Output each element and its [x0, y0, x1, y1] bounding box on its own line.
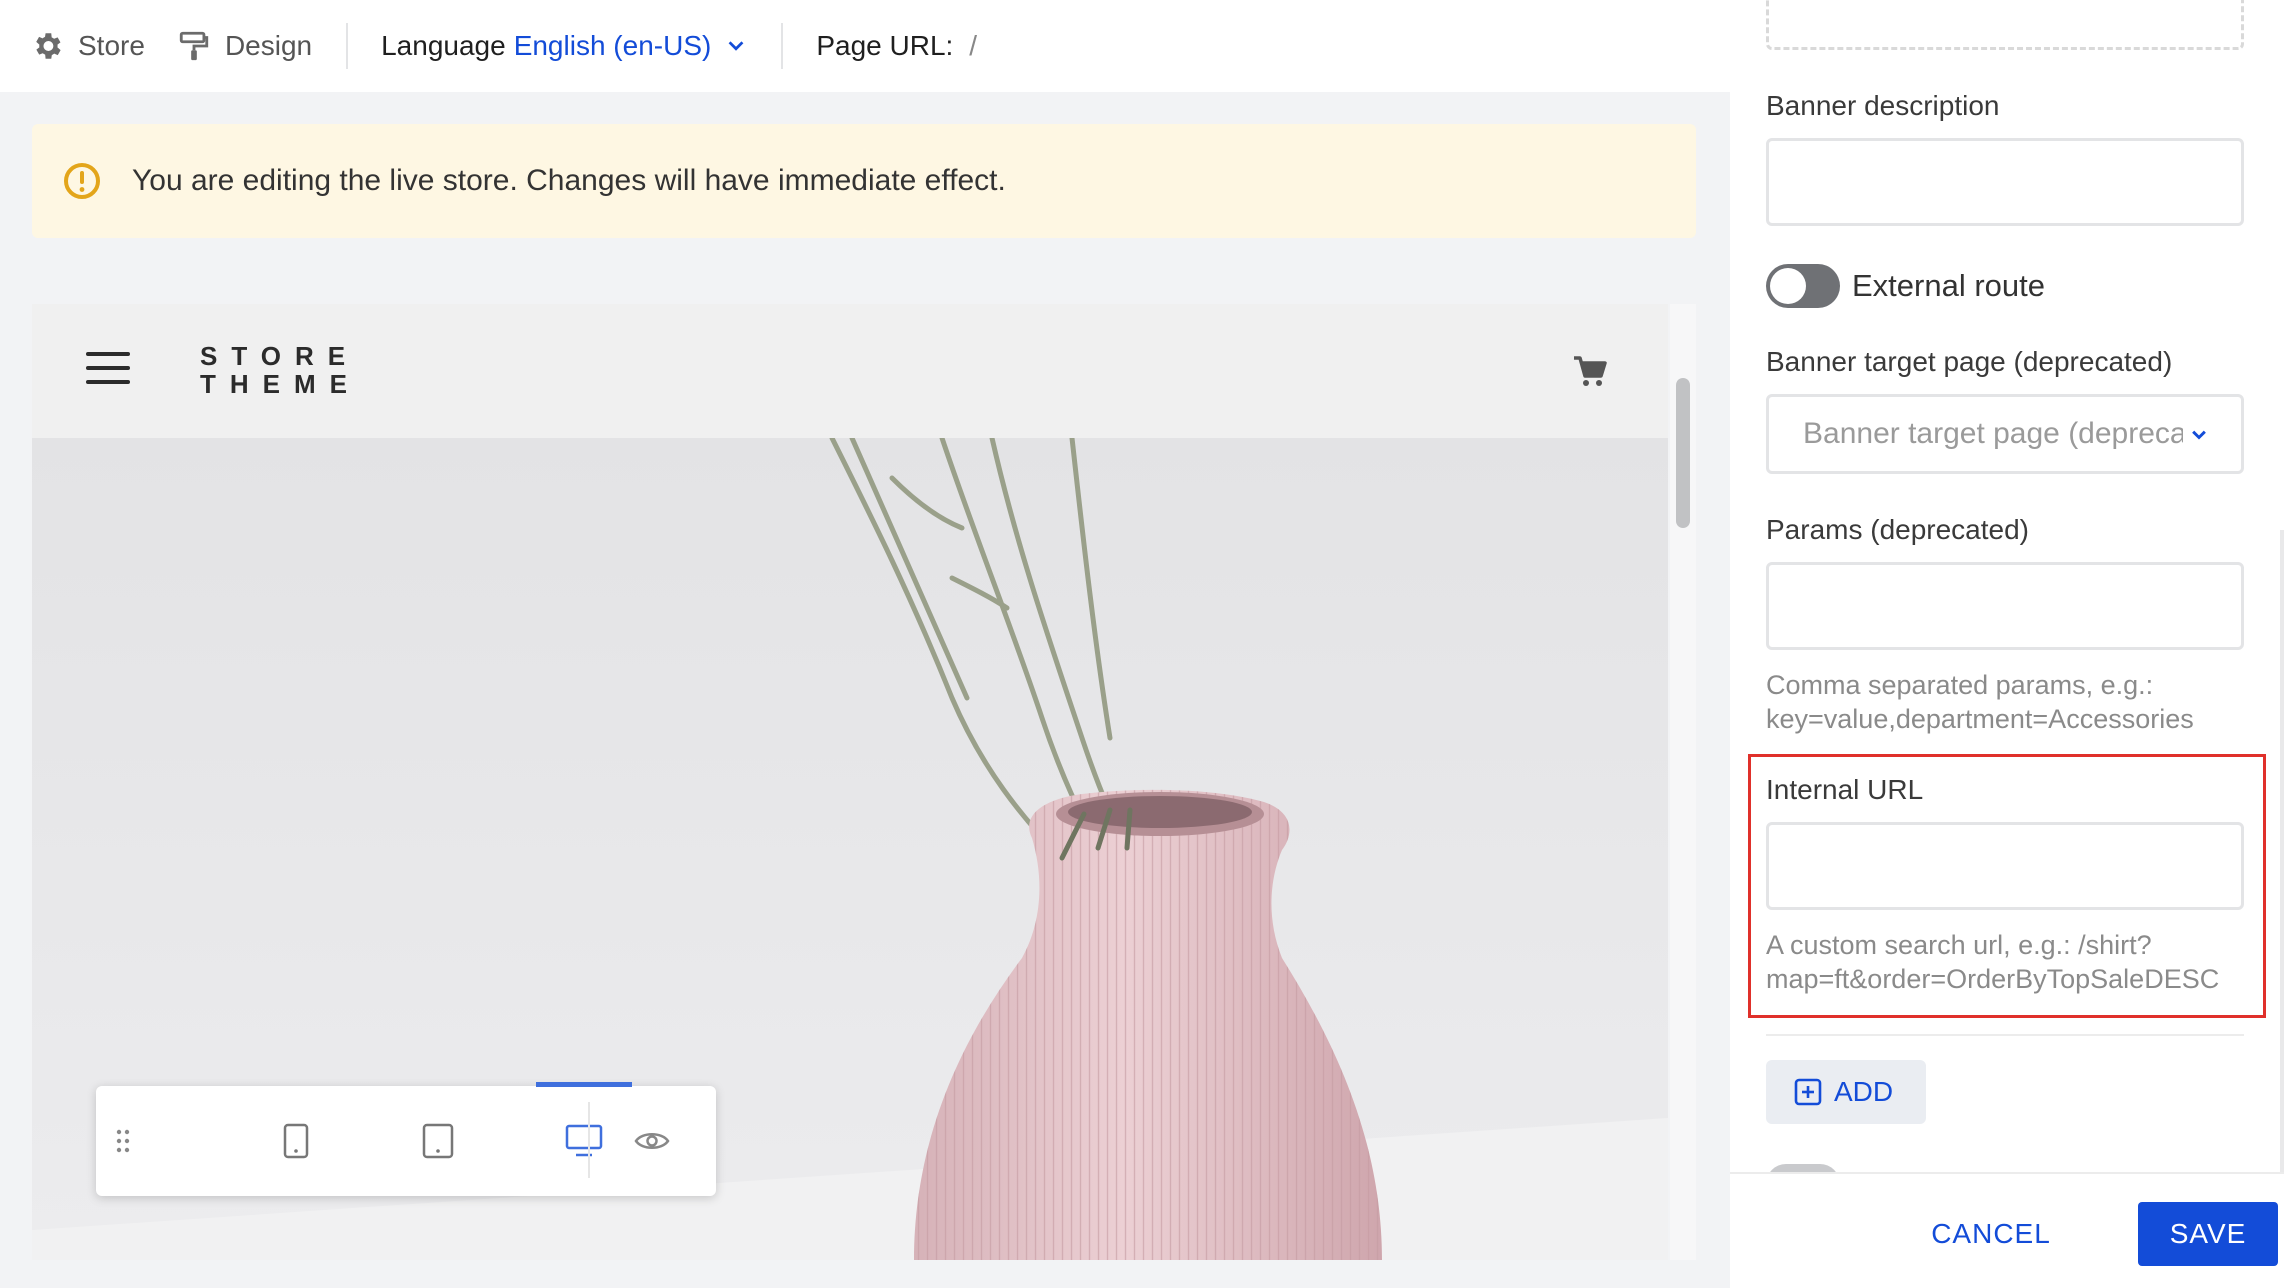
chevron-down-icon	[2192, 430, 2206, 440]
page-url: Page URL: /	[816, 0, 977, 92]
cancel-button[interactable]: CANCEL	[1926, 1202, 2056, 1266]
store-link[interactable]: Store	[30, 0, 145, 92]
eye-icon	[634, 1133, 670, 1149]
warning-text: You are editing the live store. Changes …	[132, 164, 1006, 197]
desktop-icon	[565, 1124, 603, 1157]
params-help-line-1: Comma separated params, e.g.:	[1766, 670, 2154, 700]
design-label: Design	[224, 30, 313, 61]
banner-target-placeholder: Banner target page (deprecated)	[1803, 417, 2183, 450]
editor-area: Store Design Language English (en-US) Pa…	[0, 0, 1730, 1288]
banner-description-label: Banner description	[1766, 90, 2000, 121]
internal-url-help-line-2: map=ft&order=OrderByTopSaleDESC	[1766, 964, 2220, 994]
hamburger-menu-icon[interactable]	[86, 348, 130, 388]
banner-target-label: Banner target page (deprecated)	[1766, 346, 2173, 377]
tablet-view-button[interactable]	[398, 1086, 478, 1196]
params-label: Params (deprecated)	[1766, 514, 2030, 545]
cart-icon[interactable]	[1572, 354, 1608, 388]
phone-icon	[283, 1123, 309, 1159]
store-logo[interactable]: STORE THEME	[200, 342, 361, 398]
plus-square-icon	[1794, 1078, 1822, 1106]
toggle-knob	[1770, 268, 1806, 304]
device-toolbar	[96, 1082, 716, 1196]
add-label: ADD	[1834, 1076, 1894, 1107]
top-bar: Store Design Language English (en-US) Pa…	[0, 0, 1730, 92]
external-route-toggle[interactable]	[1766, 264, 1840, 308]
internal-url-help-line-1: A custom search url, e.g.: /shirt?	[1766, 930, 2152, 960]
language-selector[interactable]: Language English (en-US)	[381, 0, 747, 92]
save-button[interactable]: SAVE	[2138, 1202, 2278, 1266]
chevron-down-icon	[728, 41, 744, 51]
store-label: Store	[78, 30, 145, 61]
paint-roller-icon	[179, 31, 209, 61]
page-url-label: Page URL:	[816, 30, 954, 61]
preview-button[interactable]	[612, 1086, 692, 1196]
phone-view-button[interactable]	[256, 1086, 336, 1196]
page-url-value: /	[969, 30, 978, 61]
tablet-icon	[422, 1123, 454, 1159]
logo-line-2: THEME	[200, 369, 361, 399]
internal-url-help: A custom search url, e.g.: /shirt? map=f…	[1766, 928, 2219, 996]
toolbar-divider	[588, 1102, 590, 1178]
logo-line-1: STORE	[200, 341, 360, 371]
banner-settings-panel: Banner description External route Banner…	[1730, 0, 2284, 1288]
params-help-line-2: key=value,department=Accessories	[1766, 704, 2194, 734]
drag-handle-icon[interactable]	[110, 1086, 136, 1196]
internal-url-label: Internal URL	[1766, 774, 1924, 805]
preview-scrollbar-thumb[interactable]	[1676, 378, 1690, 528]
language-value: English (en-US)	[513, 30, 712, 61]
preview-scrollbar[interactable]	[1670, 304, 1696, 1260]
design-link[interactable]: Design	[177, 0, 312, 92]
language-label: Language	[381, 30, 506, 61]
panel-scrollbar[interactable]	[2280, 530, 2284, 1190]
external-route-label: External route	[1852, 268, 2045, 303]
live-store-warning: You are editing the live store. Changes …	[32, 124, 1696, 238]
warning-icon	[64, 163, 100, 199]
params-input[interactable]	[1766, 562, 2244, 650]
add-button[interactable]: ADD	[1766, 1060, 1926, 1124]
store-header: STORE THEME	[32, 304, 1668, 438]
banner-description-input[interactable]	[1766, 138, 2244, 226]
internal-url-input[interactable]	[1766, 822, 2244, 910]
banner-target-select[interactable]: Banner target page (deprecated)	[1766, 394, 2244, 474]
top-divider	[346, 23, 349, 69]
top-divider	[781, 23, 784, 69]
image-upload-area[interactable]	[1766, 0, 2244, 50]
params-help: Comma separated params, e.g.: key=value,…	[1766, 668, 2194, 736]
panel-divider	[1766, 1034, 2244, 1036]
gear-icon	[36, 33, 61, 59]
panel-footer: CANCEL SAVE	[1730, 1172, 2284, 1288]
